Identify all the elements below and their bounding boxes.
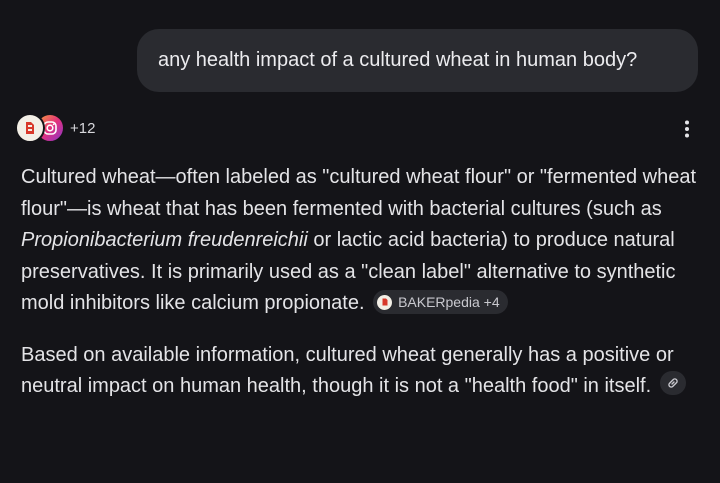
source-link-button[interactable] [659, 371, 686, 395]
bakerpedia-icon [15, 113, 45, 143]
answer-p1-text-a: Cultured wheat—often labeled as "culture… [21, 166, 697, 220]
chat-page: any health impact of a cultured wheat in… [0, 0, 720, 483]
more-options-button[interactable] [676, 116, 698, 142]
citation-label: BAKERpedia +4 [398, 294, 500, 310]
answer-paragraph-1: Cultured wheat—often labeled as "culture… [21, 162, 696, 320]
answer-p1-italic: Propionibacterium freudenreichii [21, 229, 308, 251]
citation-chip[interactable]: BAKERpedia +4 [373, 290, 508, 314]
assistant-answer: Cultured wheat—often labeled as "culture… [21, 162, 696, 423]
user-message-text: any health impact of a cultured wheat in… [158, 49, 638, 71]
bakerpedia-icon [377, 294, 393, 310]
link-icon [668, 378, 678, 388]
answer-paragraph-2: Based on available information, cultured… [21, 340, 696, 403]
sources-count: +12 [70, 119, 96, 137]
answer-p2-text: Based on available information, cultured… [21, 343, 674, 398]
user-message-bubble: any health impact of a cultured wheat in… [137, 29, 698, 92]
more-vert-icon [685, 120, 689, 138]
sources-button[interactable]: +12 [15, 113, 95, 143]
